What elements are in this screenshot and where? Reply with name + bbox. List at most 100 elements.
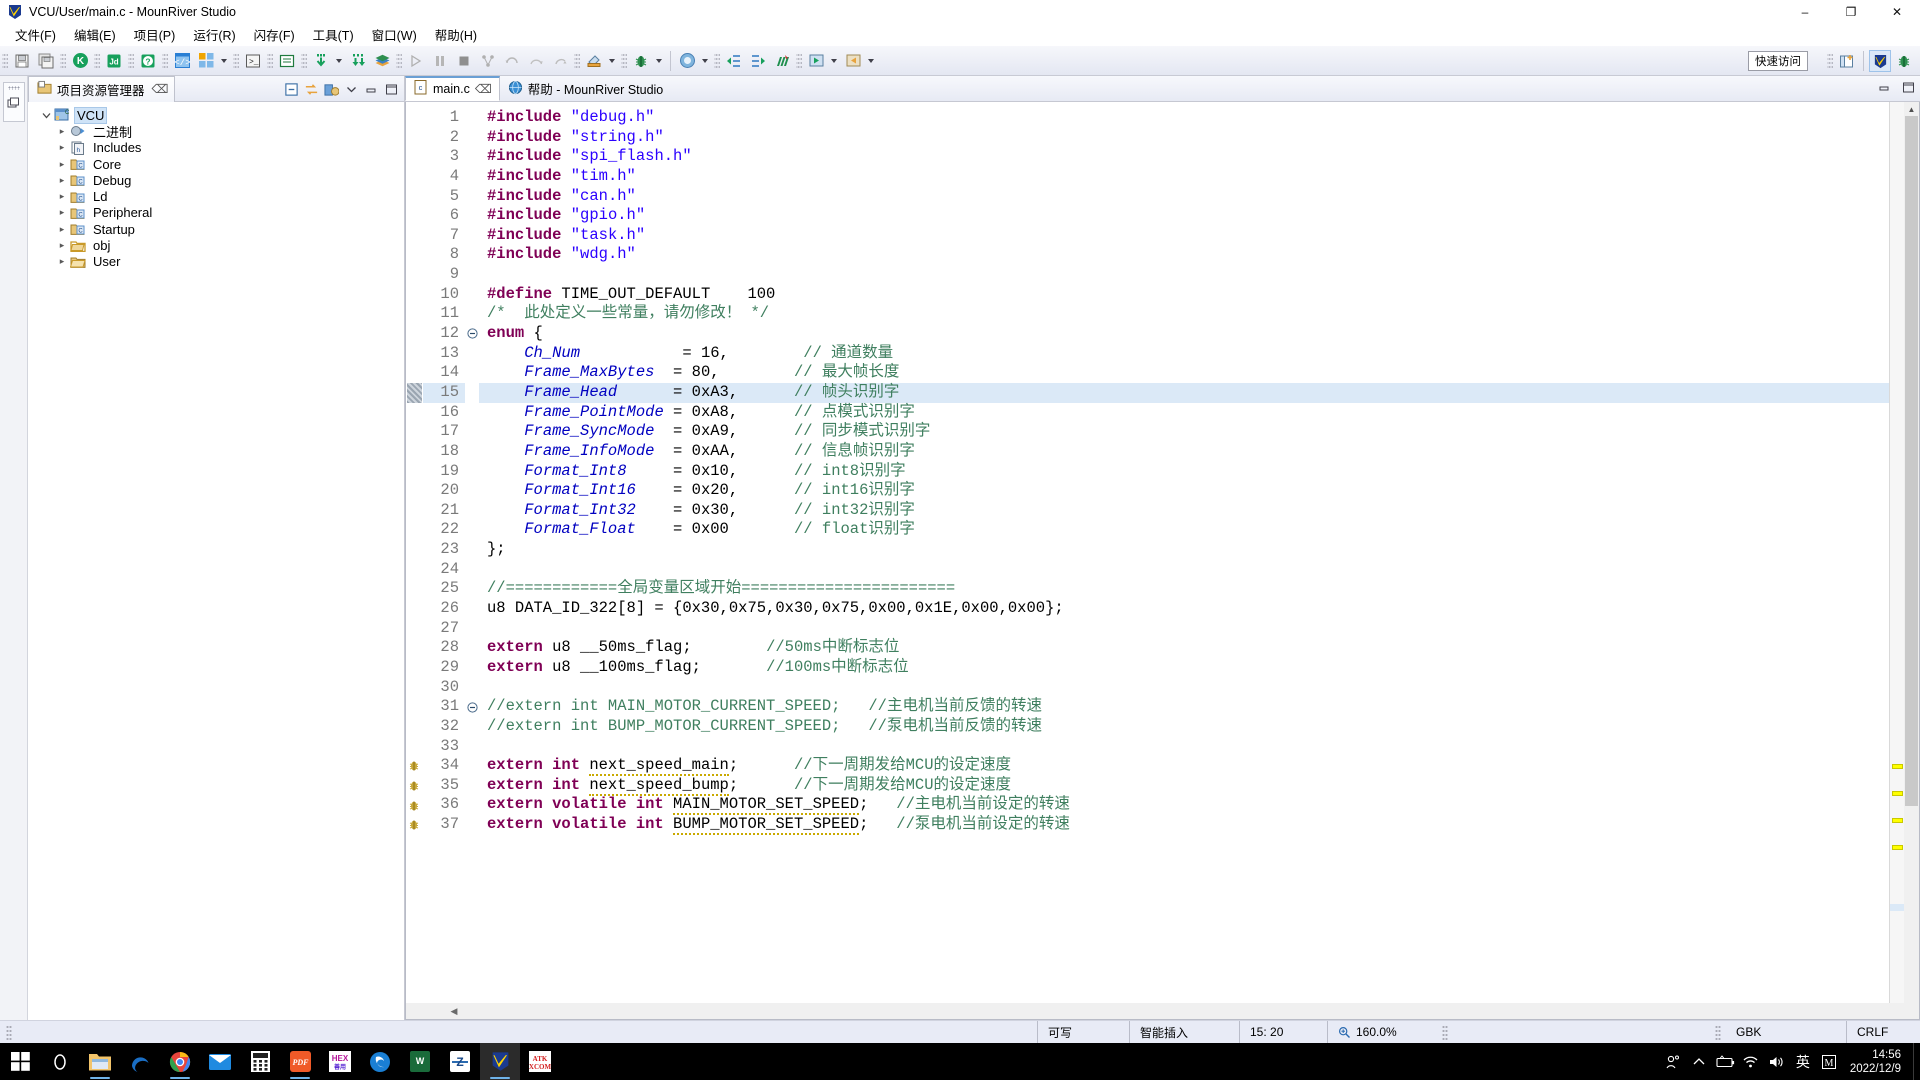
chevron-right-icon[interactable]: ▸ — [54, 123, 70, 139]
code-line[interactable]: Ch_Num = 16, // 通道数量 — [479, 344, 1889, 364]
chevron-right-icon[interactable]: ▸ — [54, 238, 70, 254]
save-icon[interactable] — [11, 50, 33, 72]
warning-marker-icon[interactable] — [407, 799, 421, 812]
close-icon[interactable]: ⌫ — [475, 82, 492, 96]
new-project-icon[interactable] — [195, 50, 217, 72]
toolbar-grip-11[interactable] — [621, 51, 627, 70]
code-line[interactable]: #include "task.h" — [479, 226, 1889, 246]
tree-node-startup[interactable]: ▸ C Startup — [28, 221, 404, 237]
code-line[interactable]: enum { — [479, 324, 1889, 344]
wps-button[interactable]: W — [400, 1043, 440, 1080]
warning-marker-icon[interactable] — [407, 759, 421, 772]
code-line[interactable] — [479, 265, 1889, 285]
tab-main-c[interactable]: c main.c ⌫ — [405, 76, 500, 101]
folding-ruler[interactable] — [465, 102, 479, 1003]
tab-project-explorer[interactable]: 项目资源管理器 ⌫ — [28, 75, 176, 102]
step-into-icon[interactable] — [501, 50, 523, 72]
code-line[interactable]: #include "wdg.h" — [479, 245, 1889, 265]
chevron-right-icon[interactable]: ▸ — [54, 172, 70, 188]
new-file-icon[interactable]: </> — [171, 50, 193, 72]
code-line[interactable] — [479, 619, 1889, 639]
code-line[interactable]: extern volatile int BUMP_MOTOR_SET_SPEED… — [479, 815, 1889, 836]
code-line[interactable]: extern int next_speed_bump; //下一周期发给MCU的… — [479, 775, 1889, 796]
chevron-right-icon[interactable]: ▸ — [54, 140, 70, 156]
taskbar-clock[interactable]: 14:56 2022/12/9 — [1842, 1043, 1913, 1080]
bug-icon[interactable] — [630, 50, 652, 72]
search-circle-icon[interactable] — [40, 1043, 80, 1080]
mounriver-perspective-icon[interactable] — [1869, 50, 1891, 72]
save-all-icon[interactable] — [35, 50, 57, 72]
code-line[interactable]: #include "tim.h" — [479, 167, 1889, 187]
code-line[interactable]: Frame_InfoMode = 0xAA, // 信息帧识别字 — [479, 442, 1889, 462]
collapse-all-icon[interactable] — [282, 80, 300, 98]
toolbar-grip-4[interactable] — [128, 51, 134, 70]
step-over-icon[interactable] — [525, 50, 547, 72]
tree-node-core[interactable]: ▸ C Core — [28, 156, 404, 172]
overview-warning-marker[interactable] — [1892, 818, 1903, 824]
close-icon[interactable]: ⌫ — [152, 82, 169, 96]
tree-node-peripheral[interactable]: ▸ C Peripheral — [28, 205, 404, 221]
minimize-icon[interactable] — [362, 80, 380, 98]
menu-help[interactable]: 帮助(H) — [426, 23, 486, 47]
chevron-right-icon[interactable]: ▸ — [54, 254, 70, 270]
code-line[interactable]: Frame_SyncMode = 0xA9, // 同步模式识别字 — [479, 422, 1889, 442]
tree-node-obj[interactable]: ▸ obj — [28, 237, 404, 253]
chrome-button[interactable] — [160, 1043, 200, 1080]
file-explorer-button[interactable] — [80, 1043, 120, 1080]
project-tree[interactable]: C VCU ▸ 二进制 ▸ h Includes ▸ C Core ▸ C De… — [28, 102, 404, 1020]
code-line[interactable]: Frame_Head = 0xA3, // 帧头识别字 — [479, 382, 1889, 403]
wifi-icon[interactable] — [1738, 1043, 1764, 1080]
toolbar-grip-10[interactable] — [574, 51, 580, 70]
back-dropdown-arrow[interactable] — [828, 50, 839, 72]
forward-icon[interactable] — [842, 50, 864, 72]
toolbar-grip-5[interactable] — [162, 51, 168, 70]
chevron-down-icon[interactable] — [38, 107, 54, 123]
blue-swirl-icon[interactable] — [360, 1043, 400, 1080]
quick-access-input[interactable]: 快速访问 — [1748, 51, 1808, 71]
text-editor[interactable]: 1 2 3 4 5 6 7 8 9 10 11 12 13 14 15 16 17 18 19 20 21 22 23 24 2… — [405, 102, 1920, 1003]
toolbar-grip[interactable] — [2, 51, 8, 70]
toolbar-grip-9[interactable] — [396, 51, 402, 70]
ime-mode-icon[interactable]: M — [1816, 1043, 1842, 1080]
restore-view-button[interactable] — [2, 82, 25, 122]
fold-toggle[interactable] — [465, 698, 479, 718]
debug-perspective-icon[interactable] — [1893, 50, 1915, 72]
question-icon[interactable]: ? — [137, 50, 159, 72]
code-line[interactable]: extern volatile int MAIN_MOTOR_SET_SPEED… — [479, 795, 1889, 816]
code-line[interactable]: #include "gpio.h" — [479, 206, 1889, 226]
code-line[interactable]: Format_Int32 = 0x30, // int32识别字 — [479, 501, 1889, 521]
show-desktop-button[interactable] — [1913, 1043, 1920, 1080]
tree-node-user[interactable]: ▸ User — [28, 254, 404, 270]
hammer-icon[interactable] — [583, 50, 605, 72]
menu-file[interactable]: 文件(F) — [6, 23, 65, 47]
code-line[interactable]: Frame_MaxBytes = 80, // 最大帧长度 — [479, 363, 1889, 383]
code-line[interactable]: //extern int MAIN_MOTOR_CURRENT_SPEED; /… — [479, 697, 1889, 717]
code-line[interactable]: u8 DATA_ID_322[8] = {0x30,0x75,0x30,0x75… — [479, 599, 1889, 619]
editor-horizontal-scrollbar[interactable]: ◀ — [405, 1003, 1920, 1020]
resume-icon[interactable] — [405, 50, 427, 72]
books-icon[interactable] — [371, 50, 393, 72]
chevron-right-icon[interactable]: ▸ — [54, 221, 70, 237]
code-line[interactable]: #include "can.h" — [479, 187, 1889, 207]
code-line[interactable]: #include "string.h" — [479, 128, 1889, 148]
tree-node-ld[interactable]: ▸ C Ld — [28, 188, 404, 204]
link-editor-icon[interactable] — [302, 80, 320, 98]
console-icon[interactable] — [276, 50, 298, 72]
tree-node-includes[interactable]: ▸ h Includes — [28, 140, 404, 156]
code-line[interactable]: Format_Int8 = 0x10, // int8识别字 — [479, 462, 1889, 482]
edge-button[interactable] — [120, 1043, 160, 1080]
chevron-right-icon[interactable]: ▸ — [54, 156, 70, 172]
maximize-icon[interactable] — [1899, 78, 1917, 96]
perspective-icon[interactable] — [1836, 50, 1858, 72]
download-jd-icon[interactable]: Jd — [103, 50, 125, 72]
build-dropdown-arrow[interactable] — [606, 50, 617, 72]
code-line[interactable]: Frame_PointMode = 0xA8, // 点模式识别字 — [479, 403, 1889, 423]
build-config-icon[interactable] — [322, 80, 340, 98]
back-icon[interactable] — [805, 50, 827, 72]
people-icon[interactable] — [1660, 1043, 1686, 1080]
build-k-icon[interactable]: K — [69, 50, 91, 72]
disconnect-icon[interactable] — [477, 50, 499, 72]
ime-language-icon[interactable]: 英 — [1790, 1043, 1816, 1080]
run-dropdown-arrow[interactable] — [699, 50, 710, 72]
code-line[interactable]: /* 此处定义一些常量，请勿修改！ */ — [479, 304, 1889, 324]
